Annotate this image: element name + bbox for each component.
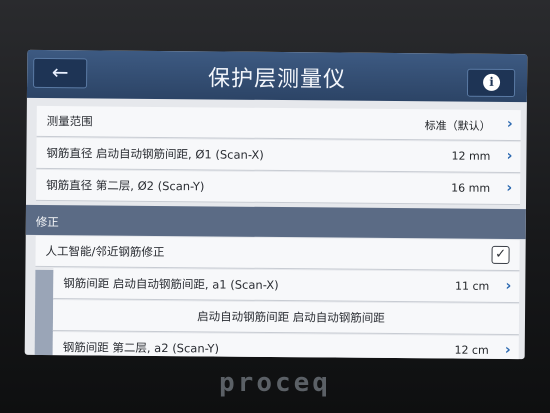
header-bar: ← 保护层测量仪 i: [26, 49, 528, 103]
row-label: 钢筋直径 启动自动钢筋间距, Ø1 (Scan-X): [46, 145, 264, 162]
screen: ← 保护层测量仪 i 测量范围 标准（默认） › 钢筋直径 启动自动钢筋间距, …: [24, 49, 528, 360]
chevron-right-icon: ›: [506, 180, 513, 197]
indent-bar: [34, 269, 54, 360]
row-label: 人工智能/邻近钢筋修正: [45, 243, 165, 260]
info-button[interactable]: i: [466, 68, 516, 98]
info-icon: i: [483, 73, 501, 91]
row-value: 16 mm: [451, 181, 491, 195]
ai-correction-row[interactable]: 人工智能/邻近钢筋修正 ✓: [35, 235, 520, 272]
rebar-spacing-2-row[interactable]: 钢筋间距 第二层, a2 (Scan-Y) 12 cm ›: [52, 332, 519, 360]
row-label: 启动自动钢筋间距 启动自动钢筋间距: [197, 309, 385, 325]
row-value: 12 mm: [451, 149, 491, 163]
section-header: [25, 204, 526, 240]
row-label: 钢筋间距 启动自动钢筋间距, a1 (Scan-X): [63, 276, 279, 293]
chevron-right-icon: ›: [505, 278, 512, 295]
row-value: 标准（默认）: [424, 119, 491, 133]
device-bezel: ← 保护层测量仪 i 测量范围 标准（默认） › 钢筋直径 启动自动钢筋间距, …: [0, 0, 550, 413]
rebar-diameter-1-row[interactable]: 钢筋直径 启动自动钢筋间距, Ø1 (Scan-X) 12 mm ›: [36, 137, 521, 174]
row-label: 钢筋间距 第二层, a2 (Scan-Y): [62, 340, 220, 356]
row-value: 12 cm: [454, 343, 489, 357]
row-value: 11 cm: [454, 279, 490, 293]
auto-spacing-note-row: 启动自动钢筋间距 启动自动钢筋间距: [52, 300, 520, 336]
row-label: 测量范围: [46, 113, 93, 129]
chevron-right-icon: ›: [506, 148, 513, 165]
row-label: 钢筋直径 第二层, Ø2 (Scan-Y): [46, 177, 205, 194]
checkbox-checked-icon[interactable]: ✓: [491, 245, 510, 265]
rebar-diameter-2-row[interactable]: 钢筋直径 第二层, Ø2 (Scan-Y) 16 mm ›: [36, 169, 521, 206]
chevron-right-icon: ›: [504, 342, 511, 359]
brand-logo: proceq: [219, 368, 331, 398]
chevron-right-icon: ›: [506, 116, 513, 133]
page-title: 保护层测量仪: [207, 66, 347, 93]
section-label-correction: 修正: [35, 214, 59, 230]
measuring-range-row[interactable]: 测量范围 标准（默认） ›: [36, 105, 521, 142]
rebar-spacing-1-row[interactable]: 钢筋间距 启动自动钢筋间距, a1 (Scan-X) 11 cm ›: [53, 268, 520, 304]
